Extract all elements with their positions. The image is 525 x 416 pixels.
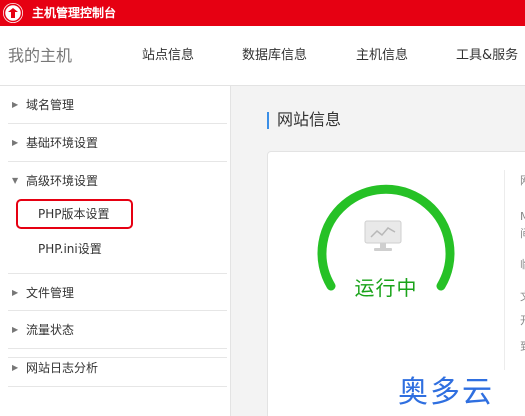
monitor-icon (364, 220, 402, 251)
sidebar-item-label: 文件管理 (26, 286, 75, 300)
header-nav: 我的主机 站点信息 数据库信息 主机信息 工具&服务 (0, 26, 525, 86)
nav-tools-services[interactable]: 工具&服务 (456, 26, 518, 86)
subitem-php-version[interactable]: PHP版本设置 (38, 199, 110, 229)
chevron-right-icon: ▶ (12, 138, 19, 147)
console-title: 主机管理控制台 (32, 6, 117, 20)
nav-database-info[interactable]: 数据库信息 (242, 26, 307, 86)
sidebar-item-log-analysis[interactable]: ▶ 网站日志分析 (8, 349, 227, 387)
chevron-right-icon: ▶ (12, 325, 19, 334)
nav-site-info[interactable]: 站点信息 (142, 26, 194, 86)
sidebar-item-label: 域名管理 (26, 98, 75, 112)
subitem-php-ini[interactable]: PHP.ini设置 (38, 234, 102, 264)
sidebar-item-file-manager[interactable]: ▶ 文件管理 (8, 273, 227, 311)
sidebar-item-basic-env[interactable]: ▶ 基础环境设置 (8, 124, 227, 162)
info-label: 文 (520, 288, 525, 304)
info-label: 开 (520, 312, 525, 328)
chevron-right-icon: ▶ (12, 100, 19, 109)
info-label: 网 (520, 172, 525, 188)
sidebar: ▶ 域名管理 ▶ 基础环境设置 ▼ 高级环境设置 PHP版本设置 PHP.ini… (0, 86, 231, 416)
nav-host-info[interactable]: 主机信息 (356, 26, 408, 86)
chevron-right-icon: ▶ (12, 363, 19, 372)
info-label: 间 (520, 225, 525, 241)
sidebar-item-domain[interactable]: ▶ 域名管理 (8, 86, 227, 124)
section-title: 网站信息 (277, 110, 342, 129)
brand-logo-icon[interactable] (3, 3, 23, 23)
status-text: 运行中 (354, 276, 418, 300)
sidebar-item-label: 高级环境设置 (26, 174, 99, 188)
card-divider (504, 170, 505, 370)
info-label: 到 (520, 338, 525, 354)
sidebar-item-traffic[interactable]: ▶ 流量状态 (8, 311, 227, 349)
sidebar-item-label: 基础环境设置 (26, 136, 99, 150)
sidebar-item-label: 网站日志分析 (26, 361, 99, 375)
sidebar-item-advanced-env[interactable]: ▼ 高级环境设置 (8, 162, 227, 200)
sidebar-item-label: 流量状态 (26, 323, 75, 337)
page-heading: 我的主机 (8, 46, 73, 65)
watermark: 奥多云 (398, 375, 494, 410)
section-accent-bar (267, 112, 269, 129)
chevron-right-icon: ▶ (12, 288, 19, 297)
chevron-down-icon: ▼ (12, 176, 19, 185)
info-label: M (520, 210, 525, 223)
info-label: 临 (520, 256, 525, 272)
top-bar: 主机管理控制台 (0, 0, 525, 26)
